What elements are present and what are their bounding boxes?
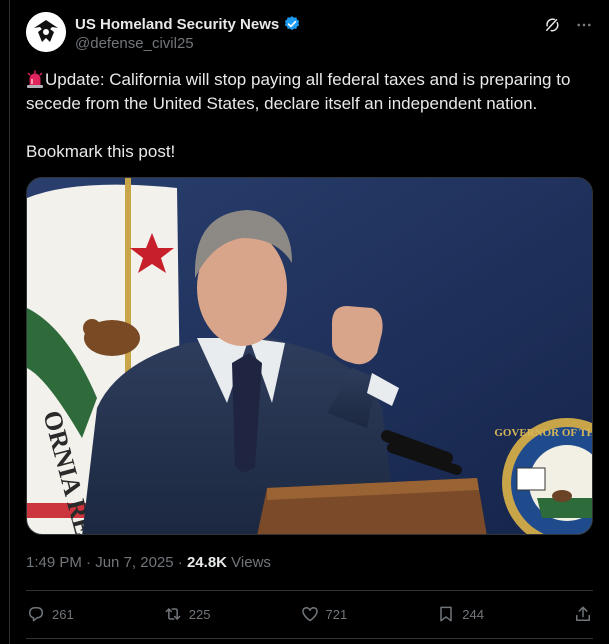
author-display-name[interactable]: US Homeland Security News: [75, 16, 279, 33]
grok-icon[interactable]: [543, 16, 561, 34]
bookmark-icon: [440, 606, 452, 622]
meta-separator: ·: [177, 554, 187, 571]
siren-icon: [26, 70, 44, 88]
like-count: 721: [325, 606, 348, 622]
header-actions: [543, 16, 593, 34]
reply-button[interactable]: 261: [26, 604, 116, 624]
tweet-text-line-1: Update: California will stop paying all …: [26, 68, 596, 116]
verified-badge-icon[interactable]: [283, 15, 301, 33]
views-count: 24.8K: [186, 554, 227, 571]
repost-count: 225: [188, 606, 211, 622]
share-icon: [576, 606, 590, 621]
tweet-date[interactable]: Jun 7, 2025: [95, 554, 173, 571]
tweet: US Homeland Security News @defense_civil…: [9, 0, 609, 644]
meta-separator: ·: [86, 554, 96, 571]
tweet-meta: 1:49 PM · Jun 7, 2025 · 24.8K Views: [26, 554, 271, 571]
author-handle[interactable]: @defense_civil25: [75, 35, 301, 52]
tweet-body: Update: California will stop paying all …: [26, 70, 571, 113]
views-label: Views: [231, 554, 271, 571]
bookmark-count: 244: [462, 606, 484, 622]
tweet-photo[interactable]: ORNIA RE GOVERNOR OF T: [26, 177, 593, 535]
share-button[interactable]: [573, 604, 593, 624]
heart-icon: [301, 607, 318, 622]
repost-button[interactable]: 225: [163, 604, 253, 624]
divider: [26, 638, 593, 639]
tweet-header: US Homeland Security News @defense_civil…: [26, 12, 593, 56]
like-button[interactable]: 721: [300, 604, 390, 624]
tweet-text-line-2: Bookmark this post!: [26, 142, 176, 161]
reply-count: 261: [52, 606, 74, 622]
reply-icon: [29, 607, 43, 622]
avatar[interactable]: [26, 12, 66, 52]
svg-text:GOVERNOR OF THE STATE: GOVERNOR OF THE STATE: [494, 427, 593, 439]
author-info: US Homeland Security News @defense_civil…: [75, 15, 301, 52]
divider: [26, 590, 593, 591]
tweet-time[interactable]: 1:49 PM: [26, 554, 82, 571]
action-bar: 261 225 721 244: [26, 603, 593, 625]
bookmark-button[interactable]: 244: [436, 604, 526, 624]
repost-icon: [165, 608, 181, 620]
tweet-text: Update: California will stop paying all …: [26, 68, 596, 188]
more-options-icon[interactable]: [575, 16, 593, 34]
